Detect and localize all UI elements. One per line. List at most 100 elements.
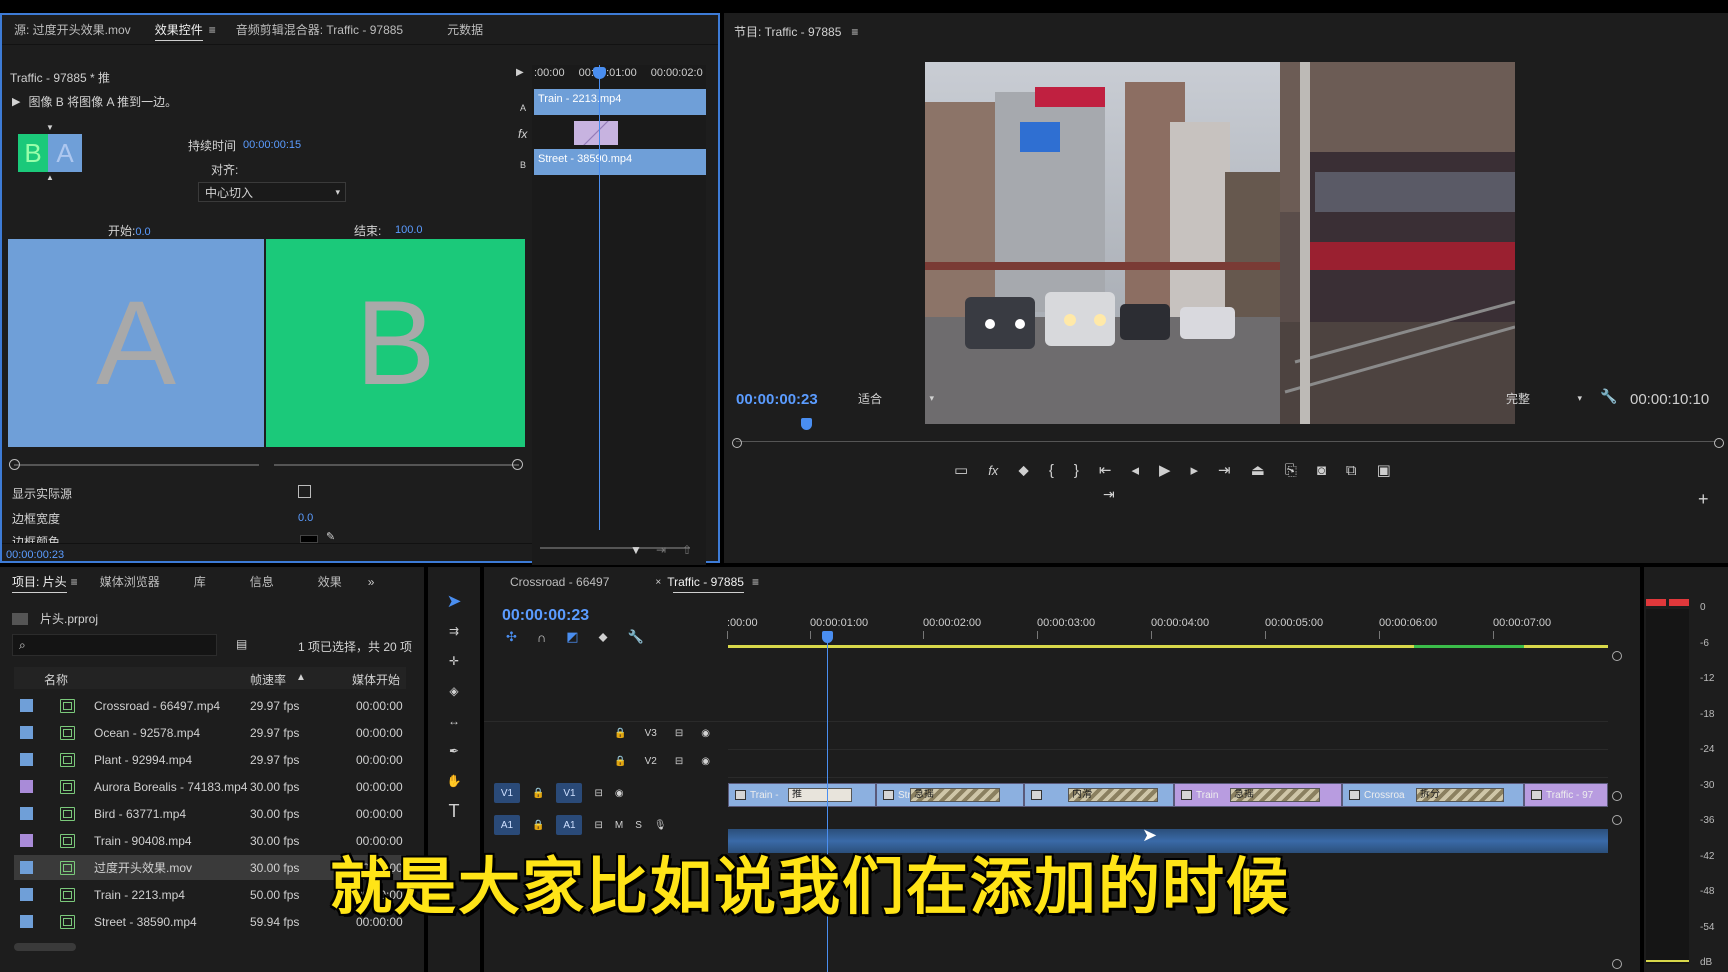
transition-split[interactable]: 拆分 (1416, 788, 1504, 802)
thumbnail-arrow-top-icon[interactable]: ▼ (46, 123, 54, 132)
tab-source[interactable]: 源: 过度开头效果.mov (2, 15, 143, 45)
start-slider[interactable] (14, 464, 259, 466)
column-name[interactable]: 名称 (44, 671, 68, 688)
border-color-swatch[interactable] (300, 535, 318, 543)
timeline-vscroll-audio[interactable] (1612, 815, 1622, 825)
sync-lock-icon[interactable]: ⊟ (594, 820, 602, 831)
clip-traffic[interactable]: Traffic - 97 (1524, 783, 1608, 807)
track-select-tool-icon[interactable]: ⇉ (441, 618, 467, 644)
lock-icon[interactable]: 🔒 (532, 820, 544, 831)
vr-icon[interactable]: ▣ (1377, 461, 1391, 479)
transition-slide[interactable]: 内滑 (1068, 788, 1158, 802)
pen-tool-icon[interactable]: ✒ (441, 738, 467, 764)
label-color-swatch[interactable] (20, 834, 33, 847)
transition-whip-2[interactable]: 急摇 (1230, 788, 1320, 802)
tab-effect-controls[interactable]: 效果控件 (143, 15, 215, 45)
mini-transition[interactable] (574, 121, 618, 145)
tab-effects[interactable]: 效果 (306, 567, 354, 597)
program-timecode[interactable]: 00:00:00:23 (736, 391, 818, 408)
menu-icon[interactable]: ≡ (851, 25, 858, 39)
scrub-end-handle[interactable] (1714, 438, 1724, 448)
fit-dropdown[interactable]: 适合 ▾ (854, 388, 934, 408)
list-item[interactable]: Aurora Borealis - 74183.mp4 30.00 fps 00:0… (14, 774, 406, 799)
solo-button[interactable]: S (635, 820, 642, 831)
mini-playhead[interactable] (599, 65, 600, 530)
marker-icon[interactable]: ⬥ (1018, 462, 1029, 479)
linked-selection-icon[interactable]: ◩ (566, 629, 578, 645)
label-color-swatch[interactable] (20, 915, 33, 928)
more-tabs-icon[interactable]: » (368, 575, 375, 589)
track-target-a1[interactable]: A1 (556, 815, 583, 835)
thumbnail-arrow-bottom-icon[interactable]: ▲ (46, 173, 54, 182)
label-color-swatch[interactable] (20, 861, 33, 874)
microphone-icon[interactable]: 🎙 (654, 820, 667, 831)
mini-scrollbar[interactable] (540, 547, 690, 549)
add-marker-icon[interactable]: ⬥ (599, 629, 608, 645)
nest-icon[interactable]: ✣ (506, 629, 517, 645)
label-color-swatch[interactable] (20, 807, 33, 820)
end-slider[interactable] (274, 464, 519, 466)
effect-controls-timecode[interactable]: 00:00:00:23 (6, 549, 64, 561)
column-frame-rate[interactable]: 帧速率 (250, 671, 286, 688)
duration-value[interactable]: 00:00:00:15 (243, 139, 301, 151)
mute-button[interactable]: M (615, 820, 623, 831)
timeline-playhead-handle[interactable] (822, 631, 833, 643)
list-item[interactable]: Plant - 92994.mp4 29.97 fps 00:00:00 (14, 747, 406, 772)
sync-lock-icon[interactable]: ⊟ (675, 728, 683, 739)
scrub-playhead[interactable] (801, 418, 812, 430)
eye-icon[interactable]: ◉ (701, 728, 710, 739)
compare-icon[interactable]: ⧉ (1346, 462, 1357, 479)
hand-tool-icon[interactable]: ✋ (441, 768, 467, 794)
tab-media-browser[interactable]: 媒体浏览器 (88, 567, 172, 597)
sync-lock-icon[interactable]: ⊟ (675, 756, 683, 767)
tab-sequence-crossroad[interactable]: Crossroad - 66497 (498, 567, 621, 597)
step-back-icon[interactable]: ◂ (1131, 461, 1139, 479)
mark-out-icon[interactable]: } (1074, 462, 1079, 479)
search-input[interactable]: ⌕ (12, 634, 217, 656)
transition-push[interactable]: 推 (788, 788, 852, 802)
slip-tool-icon[interactable]: ↔ (441, 708, 467, 734)
camera-icon[interactable]: ◙ (1317, 462, 1326, 479)
mark-in-icon[interactable]: { (1049, 462, 1054, 479)
end-slider-handle[interactable] (512, 459, 523, 470)
tab-audio-mixer[interactable]: 音频剪辑混合器: Traffic - 97885 (224, 15, 415, 45)
extract-icon[interactable]: ⎘ (1285, 462, 1297, 479)
label-color-swatch[interactable] (20, 753, 33, 766)
lock-icon[interactable]: 🔒 (614, 728, 626, 739)
snap-icon[interactable]: ∩ (537, 630, 546, 645)
lock-icon[interactable]: 🔒 (532, 788, 544, 799)
eyedropper-icon[interactable]: ✎ (326, 530, 335, 543)
list-item[interactable]: Crossroad - 66497.mp4 29.97 fps 00:00:00 (14, 693, 406, 718)
scrub-bar[interactable] (736, 432, 1716, 442)
new-bin-icon[interactable]: ▤ (236, 637, 247, 651)
tab-project[interactable]: 项目: 片头 (0, 567, 79, 597)
label-color-swatch[interactable] (20, 888, 33, 901)
label-color-swatch[interactable] (20, 699, 33, 712)
insert-icon[interactable]: ⇥ (1103, 486, 1115, 503)
selection-tool-icon[interactable]: ➤ (441, 588, 467, 614)
wrench-icon[interactable]: 🔧 (1600, 388, 1617, 405)
transition-whip-1[interactable]: 急摇 (910, 788, 1000, 802)
eye-icon[interactable]: ◉ (701, 756, 710, 767)
program-video[interactable] (925, 62, 1515, 424)
track-target-v1[interactable]: V1 (556, 783, 583, 803)
start-value[interactable]: 0.0 (135, 226, 150, 238)
settings-wrench-icon[interactable]: 🔧 (628, 629, 644, 645)
tab-sequence-traffic[interactable]: Traffic - 97885 (661, 567, 756, 597)
razor-tool-icon[interactable]: ◈ (441, 678, 467, 704)
ripple-edit-tool-icon[interactable]: ✛ (441, 648, 467, 674)
add-button-icon[interactable]: + (1698, 489, 1709, 510)
tab-info[interactable]: 信息 (238, 567, 286, 597)
scrub-start-handle[interactable] (732, 438, 742, 448)
end-value[interactable]: 100.0 (395, 224, 423, 236)
mini-clip-b[interactable]: Street - 38590.mp4 (534, 149, 706, 175)
export-icon[interactable]: ⇥ (656, 543, 666, 557)
safe-margins-icon[interactable]: ▭ (954, 461, 968, 479)
go-to-out-icon[interactable]: ⇥ (1218, 461, 1231, 479)
quality-dropdown[interactable]: 完整 ▾ (1502, 388, 1582, 408)
label-color-swatch[interactable] (20, 726, 33, 739)
type-tool-icon[interactable]: T (441, 798, 467, 824)
border-width-value[interactable]: 0.0 (298, 512, 313, 524)
lock-icon[interactable]: 🔒 (614, 756, 626, 767)
transition-thumbnail[interactable]: B A (18, 134, 82, 172)
